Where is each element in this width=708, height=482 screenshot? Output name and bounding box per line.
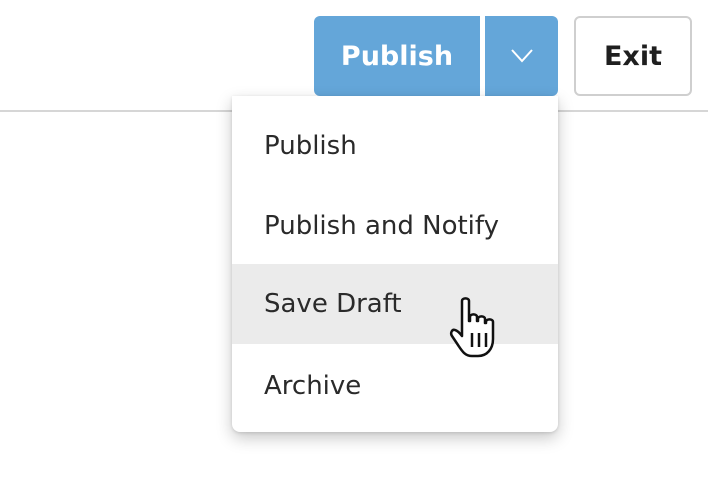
publish-button-label: Publish xyxy=(340,40,454,72)
menu-item-archive[interactable]: Archive xyxy=(232,346,558,426)
exit-button[interactable]: Exit xyxy=(574,16,692,96)
hand-pointer-icon xyxy=(449,297,495,358)
publish-options-toggle[interactable] xyxy=(485,16,558,96)
menu-item-label: Save Draft xyxy=(264,289,402,319)
publish-button[interactable]: Publish xyxy=(314,16,480,96)
menu-item-label: Publish and Notify xyxy=(264,211,499,241)
publish-options-menu: Publish Publish and Notify Save Draft Ar… xyxy=(232,96,558,432)
menu-item-save-draft[interactable]: Save Draft xyxy=(232,264,558,344)
menu-item-label: Publish xyxy=(264,131,357,161)
menu-item-publish-and-notify[interactable]: Publish and Notify xyxy=(232,186,558,266)
exit-button-label: Exit xyxy=(603,40,663,72)
menu-item-publish[interactable]: Publish xyxy=(232,106,558,186)
chevron-down-icon xyxy=(510,49,533,63)
menu-item-label: Archive xyxy=(264,371,362,401)
